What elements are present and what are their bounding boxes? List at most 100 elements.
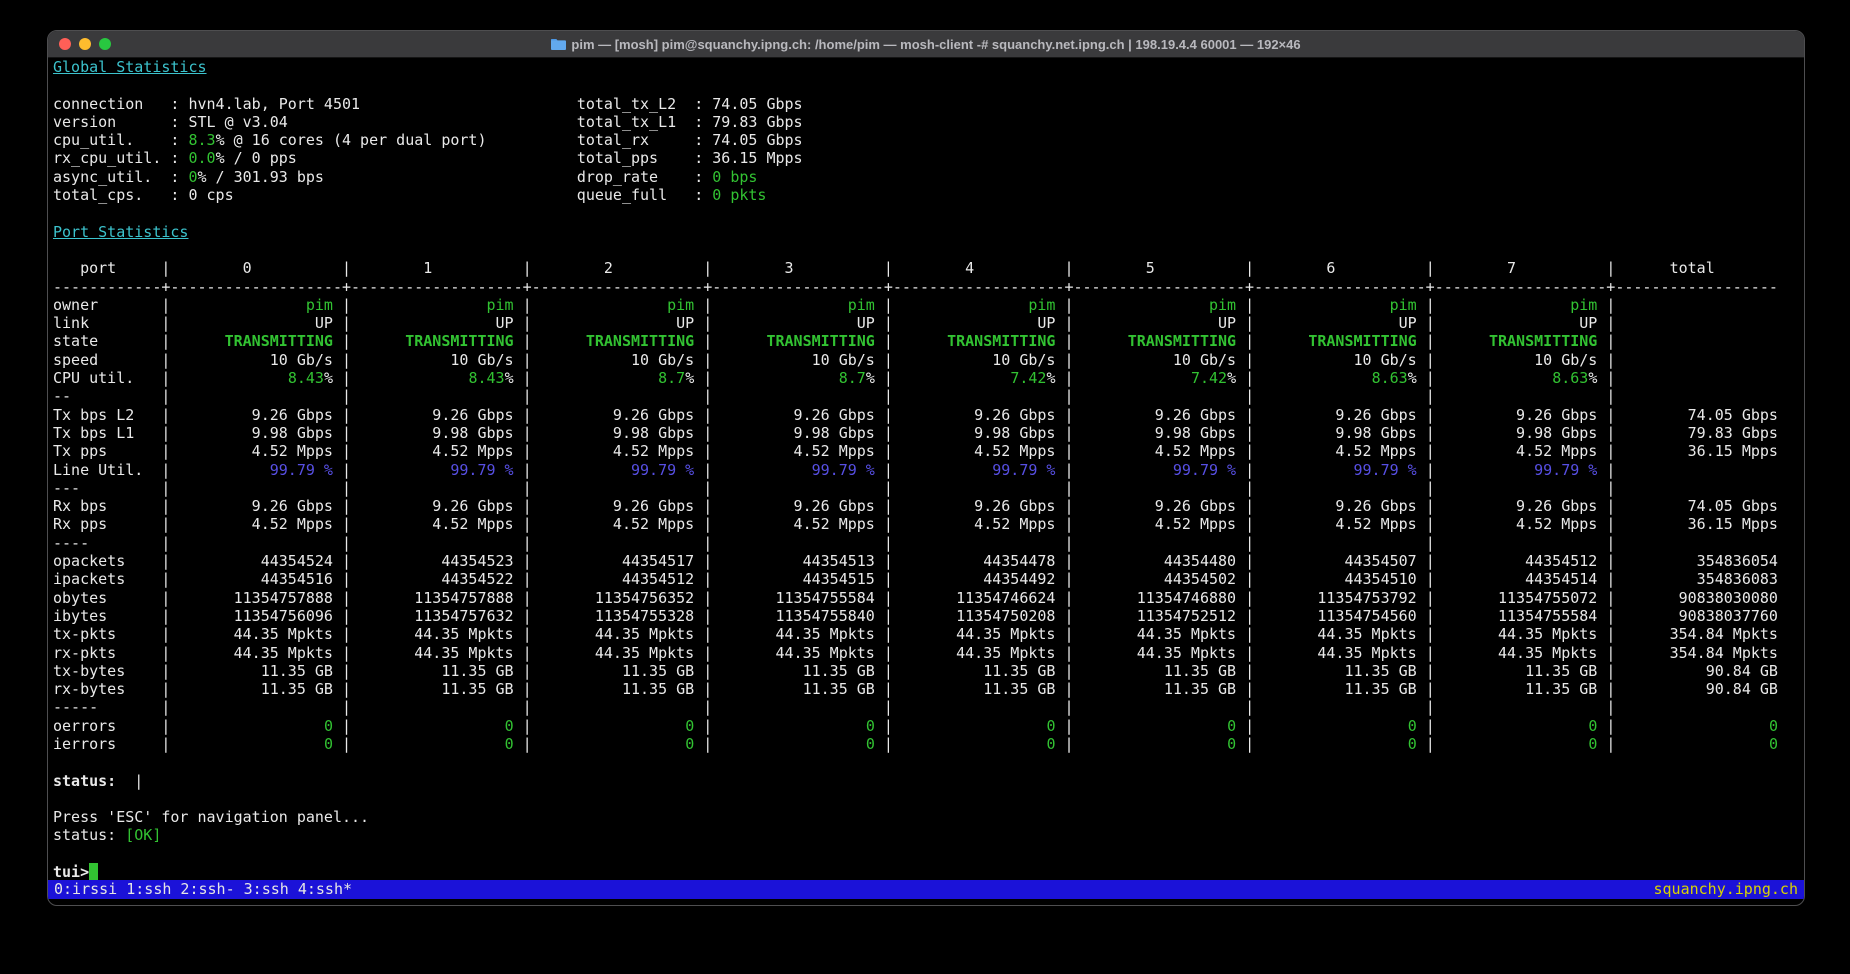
port-cell: 11.35 GB xyxy=(532,680,695,698)
port-cell: 9.98 Gbps xyxy=(712,424,875,442)
port-cell: UP xyxy=(712,314,875,332)
port-cell: 8.63 xyxy=(1372,369,1408,387)
port-cell: 99.79 % xyxy=(1173,461,1236,479)
port-cell: 44.35 Mpkts xyxy=(1254,644,1417,662)
port-row-Line-Util: Line Util. | 99.79 % | 99.79 % | 99.79 %… xyxy=(53,461,1804,479)
port-total-cell: 354.84 Mpkts xyxy=(1615,625,1778,643)
port-cell: 44354514 xyxy=(1435,570,1598,588)
port-cell: 9.98 Gbps xyxy=(1074,424,1237,442)
port-row-: ----- | | | | | | | | | xyxy=(53,698,1804,716)
global-statistics-title: Global Statistics xyxy=(53,58,1804,76)
minimize-button[interactable] xyxy=(79,38,91,50)
port-cell: 44354523 xyxy=(351,552,514,570)
port-cell: 10 Gb/s xyxy=(1435,351,1598,369)
window-title: pim — [mosh] pim@squanchy.ipng.ch: /home… xyxy=(48,37,1804,52)
port-cell: 0 xyxy=(1588,717,1597,735)
port-row-oerrors: oerrors | 0 | 0 | 0 | 0 | 0 | 0 | 0 | 0 … xyxy=(53,717,1804,735)
port-cell: 0 xyxy=(324,717,333,735)
port-cell: pim xyxy=(306,296,333,314)
port-cell: 99.79 % xyxy=(631,461,694,479)
port-cell: 4.52 Mpps xyxy=(532,442,695,460)
port-total-cell: 90838037760 xyxy=(1615,607,1778,625)
port-cell: 9.98 Gbps xyxy=(1254,424,1417,442)
port-cell: 8.7 xyxy=(839,369,866,387)
port-row-opackets: opackets | 44354524 | 44354523 | 4435451… xyxy=(53,552,1804,570)
port-cell: 44354512 xyxy=(532,570,695,588)
port-cell: UP xyxy=(351,314,514,332)
window-controls xyxy=(48,38,111,50)
global-stat-label: version : xyxy=(53,113,188,131)
port-cell: 11354746624 xyxy=(893,589,1056,607)
port-cell: UP xyxy=(1254,314,1417,332)
port-cell: 11.35 GB xyxy=(1074,680,1237,698)
port-total-cell: 79.83 Gbps xyxy=(1615,424,1778,442)
port-cell: 9.26 Gbps xyxy=(1435,497,1598,515)
port-table-header-label: port | xyxy=(53,259,170,277)
port-cell: 11354757888 xyxy=(351,589,514,607)
port-cell: TRANSMITTING xyxy=(1489,332,1597,350)
port-cell: 11354746880 xyxy=(1074,589,1237,607)
port-table-header: port | 0 | 1 | 2 | 3 | 4 | 5 | 6 | 7 | t… xyxy=(53,259,1804,277)
port-cell: 0 xyxy=(324,735,333,753)
port-row-label: link | xyxy=(53,314,170,332)
port-row-rx-bytes: rx-bytes | 11.35 GB | 11.35 GB | 11.35 G… xyxy=(53,680,1804,698)
global-stat-value: 0 xyxy=(188,168,197,186)
port-cell: TRANSMITTING xyxy=(586,332,694,350)
port-cell: 0 xyxy=(505,735,514,753)
global-stats-line-version: version : STL @ v3.04 total_tx_L1 : 79.8… xyxy=(53,113,1804,131)
port-cell: 44354507 xyxy=(1254,552,1417,570)
port-total-cell: 90.84 GB xyxy=(1615,662,1778,680)
global-stats-line-connection: connection : hvn4.lab, Port 4501 total_t… xyxy=(53,95,1804,113)
port-row-label: rx-pkts | xyxy=(53,644,170,662)
port-cell: TRANSMITTING xyxy=(405,332,513,350)
global-stat-value: 0 bps xyxy=(712,168,757,186)
port-cell: UP xyxy=(532,314,695,332)
port-row-label: Tx bps L2 | xyxy=(53,406,170,424)
port-row-CPU-util: CPU util. | 8.43% | 8.43% | 8.7% | 8.7% … xyxy=(53,369,1804,387)
port-cell: 44.35 Mpkts xyxy=(1254,625,1417,643)
port-cell: 11.35 GB xyxy=(1254,662,1417,680)
port-column-header: 1 | xyxy=(351,259,532,277)
global-stat-value: STL @ v3.04 xyxy=(188,113,287,131)
total-column-header: total xyxy=(1615,259,1778,277)
port-cell: UP xyxy=(1074,314,1237,332)
port-cell: 11354752512 xyxy=(1074,607,1237,625)
window-titlebar[interactable]: pim — [mosh] pim@squanchy.ipng.ch: /home… xyxy=(48,31,1804,58)
port-cell: pim xyxy=(1209,296,1236,314)
port-total-cell: 354836054 xyxy=(1615,552,1778,570)
port-cell: 9.98 Gbps xyxy=(532,424,695,442)
global-stat-value: 36.15 Mpps xyxy=(712,149,802,167)
global-stat-value: % / 301.93 bps xyxy=(198,168,324,186)
port-cell: 44.35 Mpkts xyxy=(532,625,695,643)
port-cell: 11354756352 xyxy=(532,589,695,607)
port-row-label: owner | xyxy=(53,296,170,314)
port-cell: 11.35 GB xyxy=(170,680,333,698)
port-cell: 8.43 xyxy=(288,369,324,387)
global-stat-label: async_util. : xyxy=(53,168,188,186)
global-stat-value: 74.05 Gbps xyxy=(712,95,802,113)
port-cell: 9.26 Gbps xyxy=(532,406,695,424)
port-row-label: ibytes | xyxy=(53,607,170,625)
port-cell: 99.79 % xyxy=(992,461,1055,479)
port-cell: 11354753792 xyxy=(1254,589,1417,607)
port-cell: 10 Gb/s xyxy=(1074,351,1237,369)
port-cell: 9.26 Gbps xyxy=(712,497,875,515)
port-row-Tx-bps-L1: Tx bps L1 | 9.98 Gbps | 9.98 Gbps | 9.98… xyxy=(53,424,1804,442)
port-row-link: link | UP | UP | UP | UP | UP | UP | UP … xyxy=(53,314,1804,332)
port-cell: 10 Gb/s xyxy=(532,351,695,369)
port-total-cell: 90838030080 xyxy=(1615,589,1778,607)
zoom-button[interactable] xyxy=(99,38,111,50)
close-button[interactable] xyxy=(59,38,71,50)
port-cell: TRANSMITTING xyxy=(1308,332,1416,350)
tui-prompt-line[interactable]: tui> xyxy=(53,863,1804,881)
port-cell: 0 xyxy=(1588,735,1597,753)
port-row-label: speed | xyxy=(53,351,170,369)
port-column-header: 2 | xyxy=(532,259,713,277)
port-cell: 9.26 Gbps xyxy=(1254,497,1417,515)
port-cell: 0 xyxy=(685,717,694,735)
port-cell: 11.35 GB xyxy=(712,662,875,680)
port-row-label: Tx bps L1 | xyxy=(53,424,170,442)
port-cell: 44.35 Mpkts xyxy=(1074,644,1237,662)
port-cell: 11.35 GB xyxy=(351,662,514,680)
global-stat-label: total_rx : xyxy=(577,131,712,149)
